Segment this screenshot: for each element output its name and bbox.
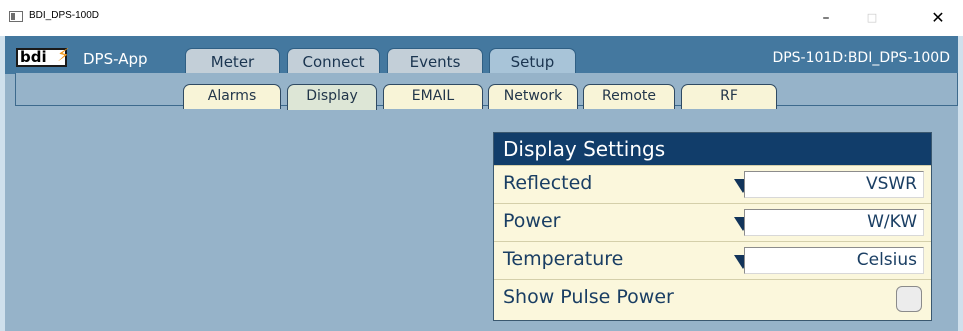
subtab-alarms[interactable]: Alarms <box>183 84 281 109</box>
panel-title: Display Settings <box>494 133 931 165</box>
device-label: DPS-101D:BDI_DPS-100D <box>772 50 950 66</box>
app-window-icon <box>9 11 23 22</box>
show-pulse-power-label: Show Pulse Power <box>503 286 674 308</box>
app-area: bdi ⚡ DPS-App DPS-101D:BDI_DPS-100D Mete… <box>0 36 963 331</box>
lightning-bolt-icon: ⚡ <box>57 45 70 66</box>
power-label: Power <box>503 210 561 232</box>
power-row: Power W/KW <box>494 203 931 240</box>
temperature-label: Temperature <box>503 248 624 270</box>
display-settings-panel: Display Settings Reflected VSWR Power W/… <box>493 132 932 321</box>
reflected-row: Reflected VSWR <box>494 165 931 202</box>
minimize-button[interactable]: – <box>803 0 849 36</box>
tab-events[interactable]: Events <box>387 48 483 76</box>
close-button[interactable]: ✕ <box>915 0 961 36</box>
window-title: BDI_DPS-100D <box>29 10 100 21</box>
temperature-select[interactable]: Celsius <box>744 247 924 274</box>
show-pulse-power-row: Show Pulse Power <box>494 279 931 316</box>
window-title-bar[interactable]: BDI_DPS-100D – □ ✕ <box>0 0 963 36</box>
tab-meter[interactable]: Meter <box>185 48 280 76</box>
subtab-remote[interactable]: Remote <box>583 84 675 109</box>
sub-tab-bar <box>15 73 958 106</box>
reflected-label: Reflected <box>503 172 593 194</box>
subtab-email[interactable]: EMAIL <box>383 84 483 109</box>
power-select[interactable]: W/KW <box>744 209 924 236</box>
subtab-network[interactable]: Network <box>488 84 578 109</box>
tab-setup[interactable]: Setup <box>489 48 576 76</box>
subtab-display[interactable]: Display <box>287 84 377 110</box>
maximize-button[interactable]: □ <box>849 0 895 36</box>
tab-connect[interactable]: Connect <box>287 48 380 76</box>
show-pulse-power-checkbox[interactable] <box>896 286 922 312</box>
temperature-row: Temperature Celsius <box>494 241 931 278</box>
app-name: DPS-App <box>83 50 148 68</box>
subtab-rf[interactable]: RF <box>681 84 777 109</box>
reflected-select[interactable]: VSWR <box>744 171 924 198</box>
